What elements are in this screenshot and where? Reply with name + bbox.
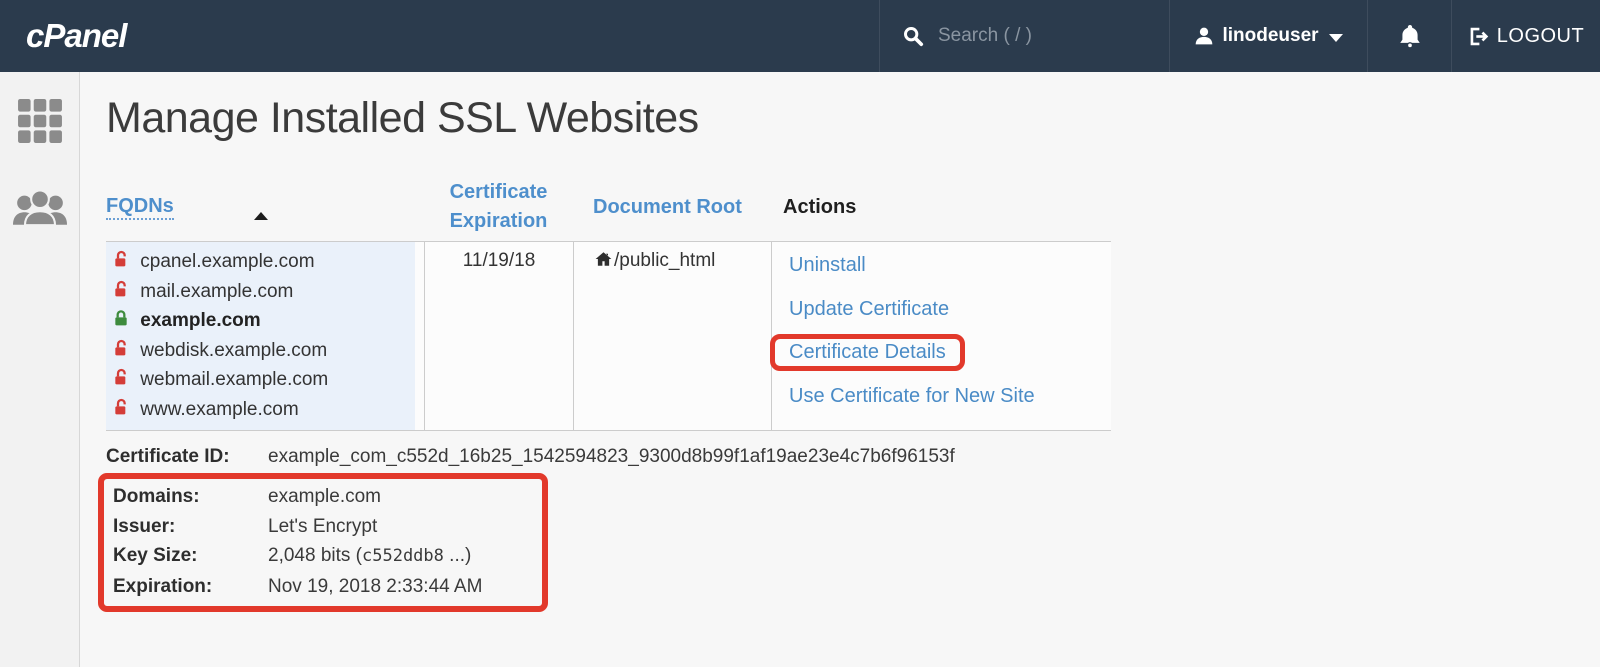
annotation-box-certificate-details: Use Certificate for New Site (770, 378, 1054, 415)
action-link[interactable]: Uninstall (789, 254, 866, 276)
fqdn-item: example.com (112, 306, 415, 336)
key-size-value: 2,048 bits (c552ddb8 ...) (268, 541, 471, 572)
issuer-label: Issuer: (113, 512, 268, 542)
ssl-lock-icon (112, 306, 129, 336)
search-icon (902, 25, 924, 47)
top-navbar: cPanel linodeuser LOGOUT (0, 0, 1600, 72)
fqdn-label: www.example.com (140, 399, 298, 420)
fqdn-item: mail.example.com (112, 277, 415, 307)
expiration-value: Nov 19, 2018 2:33:44 AM (268, 572, 482, 602)
action-row: Update Certificate (784, 288, 1111, 332)
bell-icon (1397, 22, 1423, 50)
certificate-id-line: Certificate ID: example_com_c552d_16b25_… (106, 443, 1600, 471)
issuer-line: Issuer: Let's Encrypt (113, 512, 536, 542)
expiration-label: Expiration: (113, 572, 268, 602)
logout-icon (1468, 26, 1489, 47)
action-row: Use Certificate for New Site (784, 375, 1111, 419)
key-size-label: Key Size: (113, 541, 268, 572)
action-row: Uninstall (784, 244, 1111, 288)
fqdn-item: webmail.example.com (112, 365, 415, 395)
docroot-path: /public_html (614, 250, 715, 271)
sort-ascending-icon (254, 212, 268, 220)
fqdn-item: cpanel.example.com (112, 247, 415, 277)
annotation-box-certificate-details: Update Certificate (770, 291, 968, 328)
user-menu[interactable]: linodeuser (1169, 0, 1367, 72)
users-group-icon[interactable] (13, 186, 67, 226)
key-size-line: Key Size: 2,048 bits (c552ddb8 ...) (113, 541, 536, 572)
logout-label: LOGOUT (1497, 25, 1584, 48)
annotation-box-cert-summary: Domains: example.com Issuer: Let's Encry… (98, 473, 548, 612)
issuer-value: Let's Encrypt (268, 512, 377, 542)
fqdn-label: webdisk.example.com (140, 340, 327, 361)
expiration-cell: 11/19/18 (424, 242, 573, 430)
username-label: linodeuser (1222, 25, 1318, 47)
action-link[interactable]: Update Certificate (789, 298, 949, 320)
table-header-row: FQDNs Certificate Expiration Document Ro… (106, 177, 1111, 241)
fqdns-cell: cpanel.example.com (106, 242, 424, 430)
actions-header: Actions (783, 196, 856, 218)
header-cell-expiration: Certificate Expiration (424, 178, 573, 236)
fqdn-label: mail.example.com (140, 281, 293, 302)
user-icon (1194, 26, 1214, 46)
expiration-date: 11/19/18 (463, 250, 536, 271)
search-box[interactable] (879, 0, 1169, 72)
certificate-id-value: example_com_c552d_16b25_1542594823_9300d… (268, 443, 955, 471)
home-icon (594, 250, 613, 268)
cpanel-logo[interactable]: cPanel (0, 0, 126, 72)
docroot-cell: /public_html (573, 242, 771, 430)
expiration-header[interactable]: Certificate Expiration (441, 178, 556, 236)
docroot-header[interactable]: Document Root (593, 196, 742, 218)
main-content: Manage Installed SSL Websites FQDNs Cert… (81, 72, 1600, 667)
page-title: Manage Installed SSL Websites (106, 94, 1600, 143)
fqdn-list: cpanel.example.com (112, 247, 415, 424)
annotation-box-certificate-details: Certificate Details (770, 334, 965, 371)
actions-cell: Uninstall Update Certificate Certificate… (771, 242, 1111, 430)
key-fingerprint: c552ddb8 (362, 546, 444, 566)
search-input[interactable] (938, 25, 1128, 47)
header-cell-docroot: Document Root (573, 196, 771, 219)
fqdn-label: cpanel.example.com (140, 251, 314, 272)
domains-label: Domains: (113, 482, 268, 512)
ssl-websites-table: FQDNs Certificate Expiration Document Ro… (106, 177, 1111, 431)
ssl-lock-icon (112, 277, 129, 307)
logout-button[interactable]: LOGOUT (1451, 0, 1600, 72)
fqdns-sort-header[interactable]: FQDNs (106, 195, 174, 220)
left-sidebar (0, 72, 80, 667)
fqdn-label: example.com (140, 310, 260, 331)
expiration-line: Expiration: Nov 19, 2018 2:33:44 AM (113, 572, 536, 602)
table-row: cpanel.example.com (106, 241, 1111, 431)
notifications-button[interactable] (1367, 0, 1451, 72)
certificate-id-label: Certificate ID: (106, 443, 268, 471)
certificate-details-section: Certificate ID: example_com_c552d_16b25_… (106, 443, 1600, 612)
header-cell-fqdns: FQDNs (106, 195, 424, 220)
domains-line: Domains: example.com (113, 482, 536, 512)
chevron-down-icon[interactable] (1329, 34, 1343, 42)
apps-grid-icon[interactable] (17, 98, 63, 144)
fqdn-item: webdisk.example.com (112, 336, 415, 366)
fqdns-cell-background: cpanel.example.com (106, 242, 415, 430)
navbar-spacer (126, 0, 879, 72)
fqdn-item: www.example.com (112, 395, 415, 425)
annotation-box-certificate-details: Uninstall (770, 247, 885, 284)
fqdn-label: webmail.example.com (140, 369, 328, 390)
ssl-lock-icon (112, 365, 129, 395)
ssl-lock-icon (112, 247, 129, 277)
header-cell-actions: Actions (771, 196, 1111, 219)
domains-value: example.com (268, 482, 381, 512)
action-link[interactable]: Use Certificate for New Site (789, 385, 1035, 407)
action-link[interactable]: Certificate Details (789, 341, 946, 363)
ssl-lock-icon (112, 395, 129, 425)
action-row: Certificate Details (784, 331, 1111, 375)
ssl-lock-icon (112, 336, 129, 366)
